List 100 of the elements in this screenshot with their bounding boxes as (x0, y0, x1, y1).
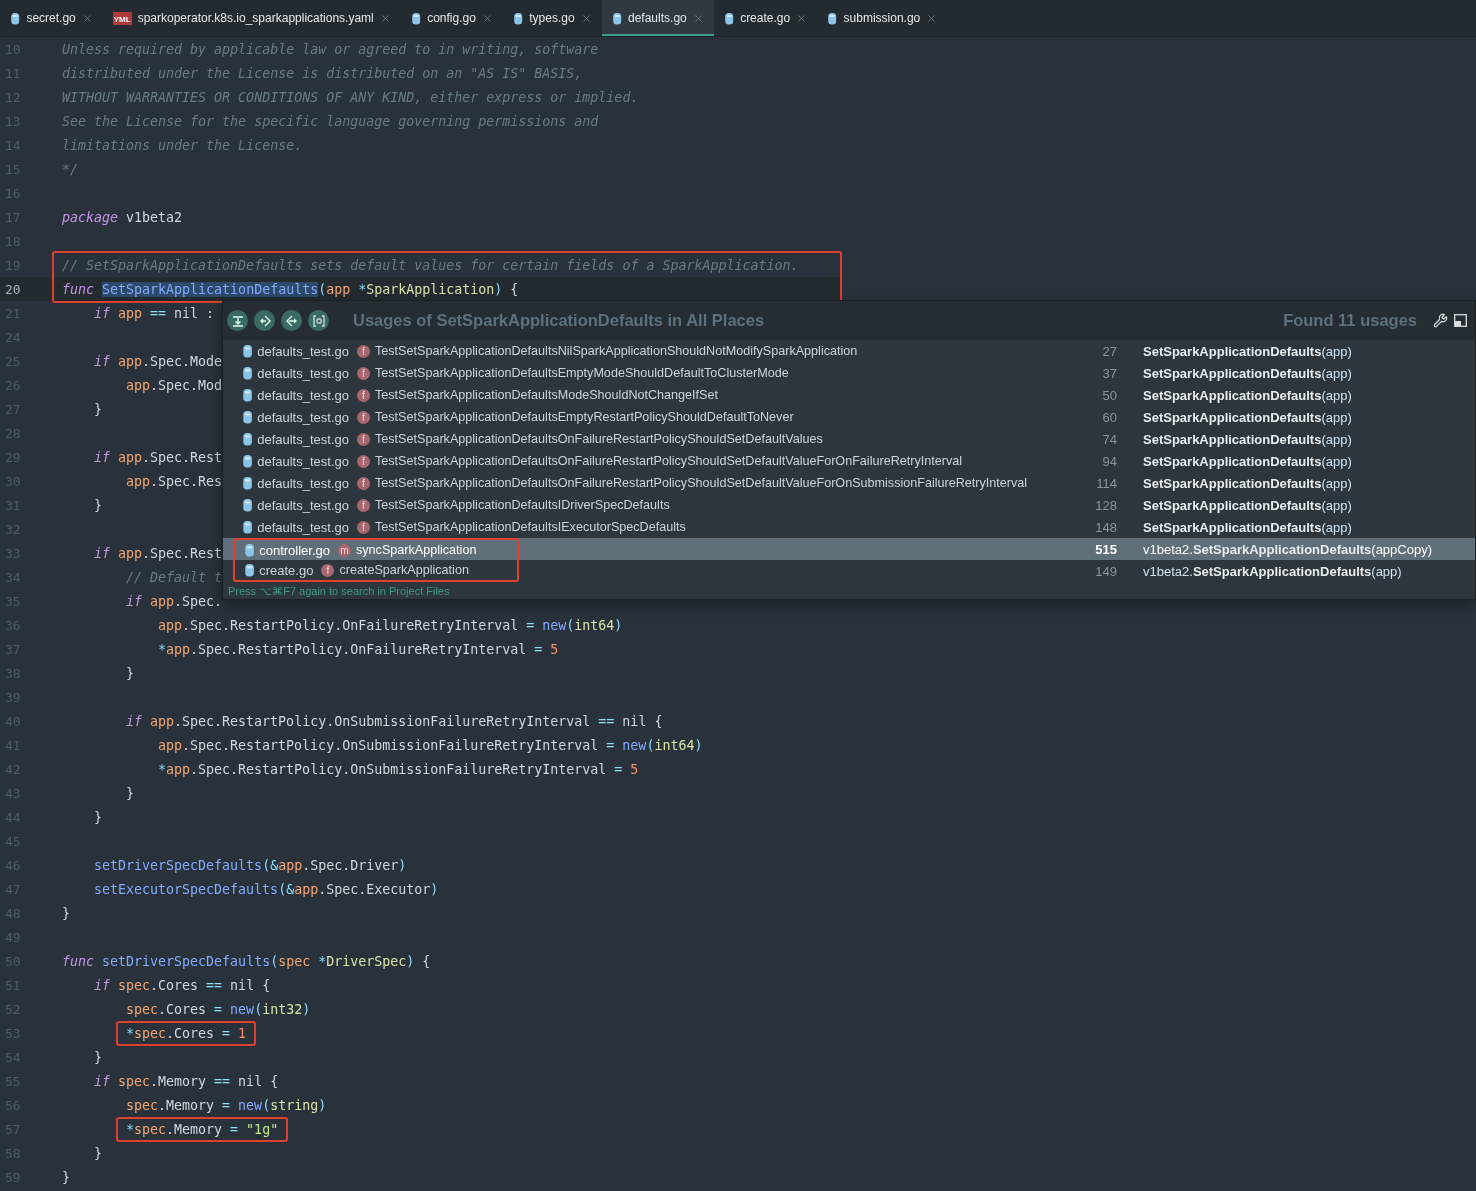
file-icon (242, 344, 254, 358)
file-icon (242, 432, 254, 446)
close-icon[interactable] (481, 12, 493, 24)
file-name: controller.go (259, 542, 330, 558)
hint-text: Press ⌥⌘F7 again to search in Project Files (227, 584, 451, 599)
editor-tab[interactable]: create.go (713, 0, 818, 36)
close-icon[interactable] (926, 12, 938, 24)
code-line: spec.Memory = new(string) (125, 1097, 327, 1113)
tab-label: config.go (427, 11, 476, 25)
code-line: if app.Spec.Mode (93, 353, 223, 369)
usage-row[interactable]: defaults_test.go f TestSetSparkApplicationDefaultsNilSparkApplicationShouldNotModifySparkApplication 27 SetSparkApplicationDefaults(app) (223, 340, 1475, 362)
settings-icon[interactable] (1433, 313, 1448, 328)
function-badge: f (357, 476, 370, 490)
call-text: SetSparkApplicationDefaults(app) (1143, 453, 1353, 469)
call-text: SetSparkApplicationDefaults(app) (1143, 365, 1353, 381)
code-line: Unless required by applicable law or agreed to in writing, software (61, 41, 599, 57)
tab-label: types.go (529, 11, 575, 25)
call-text: v1beta2.SetSparkApplicationDefaults(app) (1143, 563, 1403, 579)
code-line: package v1beta2 (61, 209, 183, 225)
function-name: TestSetSparkApplicationDefaultsIDriverSpecDefaults (375, 498, 670, 512)
usage-row[interactable]: defaults_test.go f TestSetSparkApplicationDefaultsOnFailureRestartPolicyShouldSetDefaultValueForOnSubmissionFailureRetryInterval 114 SetSparkApplicationDefaults(app) (223, 472, 1475, 494)
right-arrow-button[interactable] (281, 310, 302, 331)
usage-row[interactable]: defaults_test.go f TestSetSparkApplicationDefaultsOnFailureRestartPolicyShouldSetDefaultValues 74 SetSparkApplicationDefaults(app) (223, 428, 1475, 450)
close-icon[interactable] (580, 12, 592, 24)
call-text: SetSparkApplicationDefaults(app) (1143, 387, 1353, 403)
usage-row[interactable]: defaults_test.go f TestSetSparkApplicationDefaultsIDriverSpecDefaults 128 SetSparkApplicationDefaults(app) (223, 494, 1475, 516)
code-line: if app.Spec. (125, 593, 223, 609)
close-icon[interactable] (81, 12, 93, 24)
code-line: if app.Spec.Rest (93, 545, 223, 561)
usage-row[interactable]: defaults_test.go f TestSetSparkApplicationDefaultsIExecutorSpecDefaults 148 SetSparkApplicationDefaults(app) (223, 516, 1475, 538)
bracket-button[interactable] (308, 310, 329, 331)
call-text: SetSparkApplicationDefaults(app) (1143, 343, 1353, 359)
code-line: } (93, 497, 102, 513)
code-line: distributed under the License is distributed on an "AS IS" BASIS, (61, 65, 583, 81)
tab-label: submission.go (843, 11, 921, 25)
line-number: 20 (4, 281, 22, 297)
code-line: if spec.Memory == nil { (93, 1073, 279, 1089)
file-icon (242, 520, 254, 534)
close-icon[interactable] (796, 12, 808, 24)
left-arrow-icon (258, 314, 271, 327)
line-number: 148 (1094, 519, 1117, 535)
editor-tab[interactable]: YML sparkoperator.k8s.io_sparkapplications.yaml (102, 0, 401, 36)
left-arrow-button[interactable] (254, 310, 275, 331)
usage-row[interactable]: create.go f createSparkApplication 149 v1beta2.SetSparkApplicationDefaults(app) (223, 560, 1475, 582)
function-name: TestSetSparkApplicationDefaultsModeShouldNotChangeIfSet (375, 388, 719, 402)
call-text: SetSparkApplicationDefaults(app) (1143, 431, 1353, 447)
function-badge: f (357, 388, 370, 402)
call-text: v1beta2.SetSparkApplicationDefaults(appCopy) (1143, 541, 1433, 557)
right-arrow-icon (285, 314, 298, 327)
code-line: app.Spec.RestartPolicy.OnSubmissionFailureRetryInterval = new(int64) (157, 737, 703, 753)
function-badge: f (357, 366, 370, 380)
file-icon (827, 11, 838, 25)
tab-label: create.go (740, 11, 791, 25)
close-icon[interactable] (692, 12, 704, 24)
editor-tab[interactable]: secret.go (0, 0, 103, 36)
file-icon (242, 454, 254, 468)
tray-arrow-button[interactable] (227, 310, 248, 331)
usage-row[interactable]: defaults_test.go f TestSetSparkApplicationDefaultsOnFailureRestartPolicyShouldSetDefaultValueForOnFailureRetryInterval 94 SetSparkApplicationDefaults(app) (223, 450, 1475, 472)
tray-arrow-icon (231, 314, 244, 327)
editor-tab[interactable]: submission.go (817, 0, 948, 36)
function-badge: f (321, 563, 335, 577)
call-text: SetSparkApplicationDefaults(app) (1143, 519, 1353, 535)
call-text: SetSparkApplicationDefaults(app) (1143, 497, 1353, 513)
call-text: SetSparkApplicationDefaults(app) (1143, 409, 1353, 425)
code-line: if spec.Cores == nil { (93, 977, 271, 993)
code-line: if app.Spec.Rest (93, 449, 223, 465)
usage-row[interactable]: defaults_test.go f TestSetSparkApplicationDefaultsEmptyRestartPolicyShouldDefaultToNever 60 SetSparkApplicationDefaults(app) (223, 406, 1475, 428)
file-name: defaults_test.go (257, 519, 349, 535)
file-name: defaults_test.go (257, 475, 349, 491)
function-name: TestSetSparkApplicationDefaultsEmptyRestartPolicyShouldDefaultToNever (375, 410, 794, 424)
file-name: defaults_test.go (257, 365, 349, 381)
code-line: */ (61, 161, 78, 177)
line-number: 114 (1095, 475, 1117, 491)
function-badge: f (357, 344, 370, 358)
code-line: if app.Spec.RestartPolicy.OnSubmissionFailureRetryInterval == nil { (125, 713, 663, 729)
popup-title: Usages of SetSparkApplicationDefaults in All Places (353, 311, 766, 330)
file-name: create.go (259, 562, 314, 578)
function-badge: m (338, 543, 351, 557)
usage-row[interactable]: defaults_test.go f TestSetSparkApplicationDefaultsEmptyModeShouldDefaultToClusterMode 37 SetSparkApplicationDefaults(app) (223, 362, 1475, 384)
function-name: TestSetSparkApplicationDefaultsOnFailureRestartPolicyShouldSetDefaultValueForOnFailureRetryInterval (375, 454, 963, 468)
usage-row[interactable]: controller.go m syncSparkApplication 515 v1beta2.SetSparkApplicationDefaults(appCopy) (223, 538, 1475, 560)
function-name: TestSetSparkApplicationDefaultsOnFailureRestartPolicyShouldSetDefaultValues (375, 432, 823, 446)
code-line: See the License for the specific language governing permissions and (61, 113, 599, 129)
editor-tab[interactable]: types.go (502, 0, 602, 36)
file-icon (244, 543, 256, 557)
code-line: *app.Spec.RestartPolicy.OnSubmissionFailureRetryInterval = 5 (157, 761, 639, 777)
code-line: } (93, 401, 102, 417)
window-icon[interactable] (1454, 314, 1467, 327)
file-name: defaults_test.go (257, 387, 349, 403)
code-line: limitations under the License. (61, 137, 303, 153)
code-line: app.Spec.RestartPolicy.OnFailureRetryInterval = new(int64) (157, 617, 623, 633)
code-line: *app.Spec.RestartPolicy.OnFailureRetryInterval = 5 (157, 641, 559, 657)
close-icon[interactable] (379, 12, 391, 24)
function-badge: f (357, 520, 370, 534)
editor-tab[interactable]: config.go (400, 0, 503, 36)
usage-row[interactable]: defaults_test.go f TestSetSparkApplicationDefaultsModeShouldNotChangeIfSet 50 SetSparkApplicationDefaults(app) (223, 384, 1475, 406)
code-line: func setDriverSpecDefaults(spec *DriverSpec) { (61, 953, 431, 969)
line-number: 27 (1101, 343, 1117, 359)
editor-tab[interactable]: defaults.go (601, 0, 714, 36)
line-number: 74 (1101, 431, 1117, 447)
